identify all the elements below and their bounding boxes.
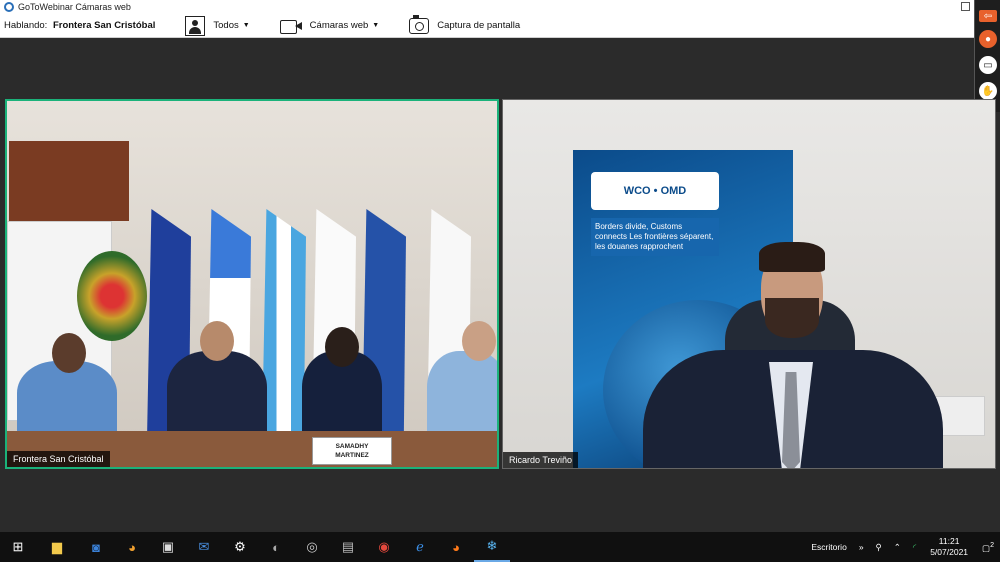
participant [167,351,267,441]
paint-icon[interactable]: ◕ [114,532,150,562]
collapse-arrow-icon[interactable]: ⇦ [979,10,997,22]
notification-icon[interactable]: ▢2 [982,541,994,554]
video-label: Ricardo Treviño [503,452,579,468]
windows-start-icon[interactable]: ⊞ [0,532,36,562]
webcams-dropdown[interactable]: Cámaras web ▼ [279,19,380,34]
clock-date: 5/07/2021 [930,547,969,557]
raise-hand-icon[interactable]: ✋ [979,82,997,100]
outlook-icon[interactable]: ◙ [78,532,114,562]
clock-time: 11:21 [938,536,960,546]
webcams-label: Cámaras web [309,20,369,31]
webcam-feed-ricardo: WCO • OMD Borders divide, Customs connec… [502,99,996,469]
settings-icon[interactable]: ⚙ [222,532,258,562]
desktop-toolbar-label[interactable]: Escritorio [811,542,846,552]
people-icon[interactable]: ⚲ [876,542,882,553]
document-icon[interactable]: ▤ [330,532,366,562]
edge-icon[interactable]: ℯ [402,532,438,562]
nameplate: SAMADHY MARTINEZ [312,437,392,465]
speaking-label: Hablando: [4,20,48,31]
camera-icon [279,19,302,34]
all-label: Todos [213,20,239,31]
chevron-up-icon[interactable]: ⌃ [894,542,901,553]
chevron-right-icon[interactable]: » [859,542,864,552]
network-icon[interactable]: ◜ [913,542,916,553]
speaker-beard [765,298,819,338]
participant [17,361,117,441]
participant-head [52,333,86,373]
guatemala-flag [262,209,306,439]
gotowebinar-icon[interactable]: ❄ [474,532,510,562]
screenshot-camera-icon [409,14,430,34]
gotowebinar-icon [4,2,14,12]
window-title: GoToWebinar Cámaras web [18,2,131,12]
mail-icon[interactable]: ✉ [186,532,222,562]
screen-share-icon[interactable]: ▭ [979,56,997,74]
video-label: Frontera San Cristóbal [7,451,110,467]
app-icon[interactable]: ◐ [258,532,294,562]
gotowebinar-window: GoToWebinar Cámaras web Hablando: Fronte… [0,0,1000,532]
screenshot-label: Captura de pantalla [437,20,521,31]
toolbar: Hablando: Frontera San Cristóbal Todos ▼… [0,14,1000,38]
system-tray: Escritorio » ⚲ ⌃ ◜ 11:21 5/07/2021 ▢2 [805,532,1000,562]
all-dropdown[interactable]: Todos ▼ [185,15,250,36]
webcam-feed-frontera: SAMADHY MARTINEZ Frontera San Cristóbal [5,99,499,469]
chrome-icon[interactable]: ◉ [366,532,402,562]
banner-slogan: Borders divide, Customs connects Les fro… [591,218,719,256]
title-bar: GoToWebinar Cámaras web [0,0,1000,14]
person-icon [185,15,206,36]
speaker-hair [759,242,825,272]
participant-head [325,327,359,367]
notification-count: 2 [990,540,994,549]
gotowebinar-control-panel: ⇦ ● ▭ ✋ [974,0,1000,112]
participant-head [200,321,234,361]
microphone-icon[interactable]: ● [979,30,997,48]
screenshot-button[interactable]: Captura de pantalla [409,14,521,34]
chevron-down-icon: ▼ [372,22,380,29]
wco-logo: WCO • OMD [591,172,719,210]
firefox-icon[interactable]: ◕ [438,532,474,562]
wooden-window [9,141,129,221]
windows-taskbar: ⊞ ▆ ◙ ◕ ▣ ✉ ⚙ ◐ ◎ ▤ ◉ ℯ ◕ ❄ Escritorio »… [0,532,1000,562]
file-explorer-icon[interactable]: ▆ [36,532,78,562]
chevron-down-icon: ▼ [242,22,250,29]
clock[interactable]: 11:21 5/07/2021 [930,536,968,558]
speaking-name: Frontera San Cristóbal [52,20,156,31]
flower-arrangement [77,251,147,341]
participant-head [462,321,496,361]
app-icon[interactable]: ◎ [294,532,330,562]
restore-window-icon[interactable] [961,2,970,11]
participant [427,351,497,441]
store-icon[interactable]: ▣ [150,532,186,562]
speaking-indicator: Hablando: Frontera San Cristóbal [4,20,155,31]
